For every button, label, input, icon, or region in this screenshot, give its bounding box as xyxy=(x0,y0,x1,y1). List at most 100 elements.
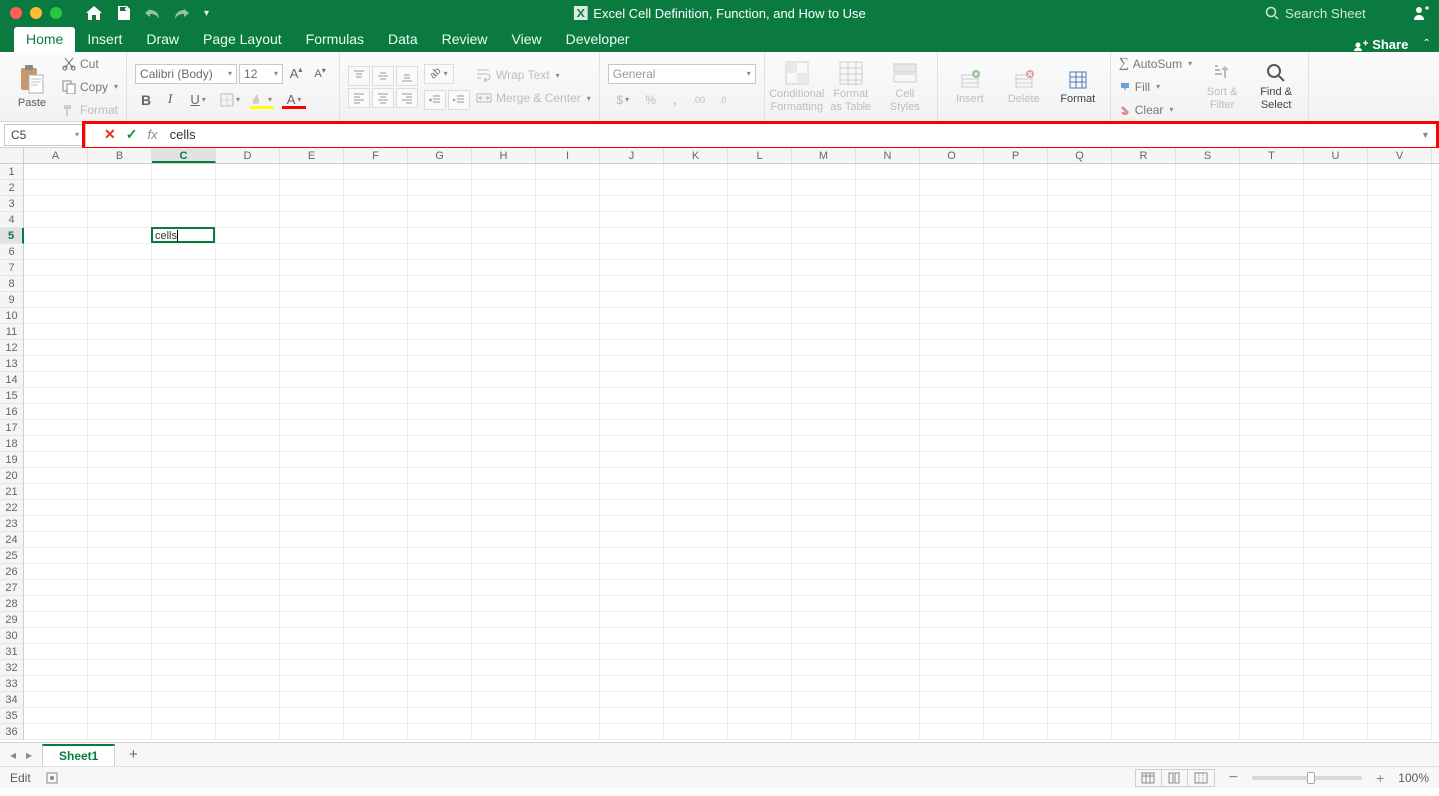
cell[interactable] xyxy=(920,468,984,484)
cell[interactable] xyxy=(1368,724,1432,740)
cell[interactable] xyxy=(1368,244,1432,260)
column-header[interactable]: T xyxy=(1240,148,1304,163)
cell[interactable] xyxy=(600,532,664,548)
cell[interactable] xyxy=(24,212,88,228)
cell[interactable] xyxy=(856,324,920,340)
cell[interactable] xyxy=(280,724,344,740)
cell[interactable] xyxy=(216,228,280,244)
cell[interactable] xyxy=(1304,260,1368,276)
cell[interactable] xyxy=(408,356,472,372)
clear-button[interactable]: Clear▾ xyxy=(1119,100,1192,120)
row-header[interactable]: 31 xyxy=(0,644,24,660)
cell[interactable] xyxy=(152,596,216,612)
cell[interactable] xyxy=(344,484,408,500)
cell[interactable] xyxy=(600,548,664,564)
cell[interactable] xyxy=(152,420,216,436)
cell[interactable] xyxy=(1112,676,1176,692)
cell[interactable] xyxy=(408,420,472,436)
cell[interactable] xyxy=(408,580,472,596)
cell[interactable] xyxy=(408,708,472,724)
align-bottom-icon[interactable] xyxy=(396,66,418,86)
select-all-corner[interactable] xyxy=(0,148,24,163)
cell[interactable] xyxy=(984,660,1048,676)
cell[interactable] xyxy=(1304,516,1368,532)
enter-icon[interactable]: ✓ xyxy=(126,126,138,143)
cell[interactable] xyxy=(1240,388,1304,404)
cell[interactable] xyxy=(1176,436,1240,452)
cell[interactable] xyxy=(1112,372,1176,388)
format-cells-button[interactable]: Format xyxy=(1054,55,1102,119)
cell[interactable] xyxy=(344,548,408,564)
ribbon-tab-formulas[interactable]: Formulas xyxy=(294,27,376,52)
sheet-nav-arrows[interactable]: ◂▸ xyxy=(0,748,42,762)
cell[interactable] xyxy=(280,676,344,692)
cell[interactable] xyxy=(1368,692,1432,708)
cell[interactable] xyxy=(728,548,792,564)
cell[interactable] xyxy=(24,164,88,180)
cell[interactable] xyxy=(728,340,792,356)
row-header[interactable]: 1 xyxy=(0,164,24,180)
column-header[interactable]: C xyxy=(152,148,216,163)
cell[interactable] xyxy=(1176,676,1240,692)
cell[interactable] xyxy=(152,260,216,276)
add-sheet-button[interactable]: + xyxy=(121,746,145,763)
cell[interactable] xyxy=(856,484,920,500)
cell[interactable] xyxy=(856,548,920,564)
cell[interactable] xyxy=(1048,676,1112,692)
align-left-icon[interactable] xyxy=(348,88,370,108)
cell[interactable] xyxy=(1368,164,1432,180)
row-header[interactable]: 23 xyxy=(0,516,24,532)
cell[interactable] xyxy=(600,692,664,708)
cell[interactable] xyxy=(664,196,728,212)
cell[interactable] xyxy=(280,532,344,548)
cell[interactable] xyxy=(920,180,984,196)
cell[interactable] xyxy=(1048,180,1112,196)
cell-styles-button[interactable]: Cell Styles xyxy=(881,55,929,119)
cell[interactable] xyxy=(344,308,408,324)
cell[interactable] xyxy=(216,612,280,628)
cell[interactable] xyxy=(920,260,984,276)
cell[interactable] xyxy=(984,564,1048,580)
cell[interactable] xyxy=(1368,308,1432,324)
cell[interactable] xyxy=(408,180,472,196)
cell[interactable] xyxy=(1048,244,1112,260)
cell[interactable] xyxy=(1176,164,1240,180)
column-header[interactable]: F xyxy=(344,148,408,163)
cell[interactable] xyxy=(408,564,472,580)
cell[interactable] xyxy=(1304,228,1368,244)
cell[interactable] xyxy=(216,164,280,180)
cell[interactable] xyxy=(88,644,152,660)
cell[interactable] xyxy=(1368,388,1432,404)
cell[interactable] xyxy=(728,292,792,308)
cell[interactable] xyxy=(1176,276,1240,292)
cell[interactable] xyxy=(344,164,408,180)
cell[interactable] xyxy=(1176,212,1240,228)
cell[interactable] xyxy=(920,340,984,356)
cell[interactable] xyxy=(984,340,1048,356)
cell[interactable] xyxy=(1112,660,1176,676)
cell[interactable] xyxy=(152,468,216,484)
row-header[interactable]: 7 xyxy=(0,260,24,276)
cell[interactable] xyxy=(1112,692,1176,708)
cell[interactable] xyxy=(856,612,920,628)
cell[interactable] xyxy=(24,676,88,692)
cell[interactable] xyxy=(1240,260,1304,276)
cell[interactable] xyxy=(1368,292,1432,308)
cell[interactable] xyxy=(984,436,1048,452)
cell[interactable] xyxy=(728,564,792,580)
cell[interactable] xyxy=(88,388,152,404)
cell[interactable] xyxy=(600,372,664,388)
cell[interactable] xyxy=(344,404,408,420)
cell[interactable] xyxy=(600,724,664,740)
cell[interactable] xyxy=(536,484,600,500)
cell[interactable] xyxy=(536,436,600,452)
cell[interactable] xyxy=(984,420,1048,436)
cell[interactable] xyxy=(600,404,664,420)
cell[interactable] xyxy=(1368,468,1432,484)
cell[interactable] xyxy=(856,244,920,260)
cell[interactable] xyxy=(1240,500,1304,516)
cell[interactable] xyxy=(152,580,216,596)
cell[interactable] xyxy=(344,580,408,596)
cell[interactable] xyxy=(664,468,728,484)
cell[interactable] xyxy=(408,308,472,324)
